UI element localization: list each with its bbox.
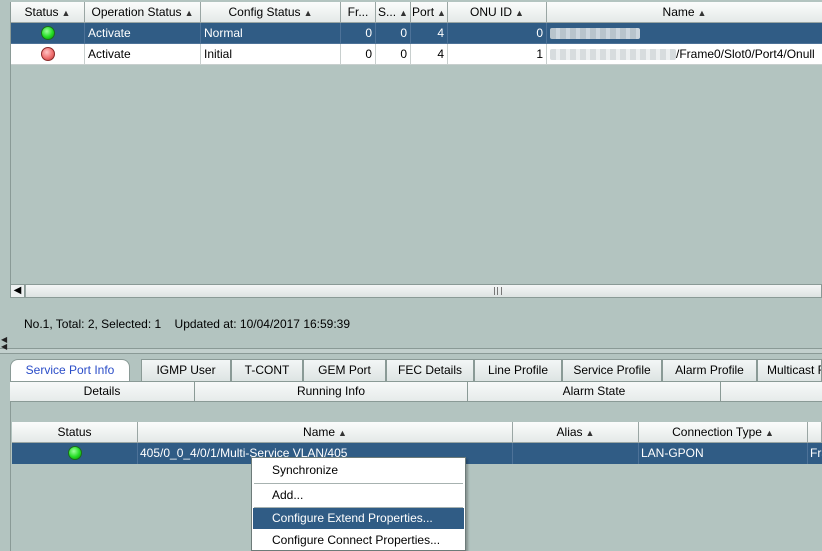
menu-item-synchronize[interactable]: Synchronize [253, 460, 464, 481]
tab-line-profile[interactable]: Line Profile [474, 359, 562, 381]
slot-cell: 0 [376, 44, 411, 65]
status-red-dot-icon [40, 47, 55, 61]
status-cell [12, 443, 138, 464]
menu-item-configure-connect-properties[interactable]: Configure Connect Properties... [253, 530, 464, 550]
pane-splitter[interactable] [0, 348, 822, 354]
column-header-alias[interactable]: Alias ▲ [513, 422, 639, 443]
frame-cell: 0 [341, 44, 376, 65]
collapse-down-arrow-icon[interactable]: ◀ [1, 342, 7, 351]
tab-gem-port[interactable]: GEM Port [303, 359, 386, 381]
tab-alarm-profile[interactable]: Alarm Profile [662, 359, 757, 381]
redacted-text [550, 49, 676, 61]
column-header-status[interactable]: Status ▲ [11, 2, 85, 23]
sort-asc-icon: ▲ [399, 8, 408, 18]
subtab-alarm-state[interactable]: Alarm State [468, 382, 721, 401]
status-cell [11, 23, 85, 44]
name-cell [547, 23, 822, 44]
operation-status-cell: Activate [85, 23, 201, 44]
slot-cell: 0 [376, 23, 411, 44]
name-cell: /Frame0/Slot0/Port4/Onull [547, 44, 822, 65]
column-header-config-status[interactable]: Config Status ▲ [201, 2, 341, 23]
menu-item-add[interactable]: Add... [253, 485, 464, 506]
sort-asc-icon: ▲ [303, 8, 313, 18]
sort-asc-icon: ▲ [184, 8, 194, 18]
onu-table-row[interactable]: Activate Initial 0 0 4 1 /Frame0/Slot0/P… [11, 44, 822, 65]
status-cell [11, 44, 85, 65]
onu-table-row[interactable]: Activate Normal 0 0 4 0 [11, 23, 822, 44]
column-header-name[interactable]: Name ▲ [138, 422, 513, 443]
subtab-running-info[interactable]: Running Info [195, 382, 468, 401]
status-green-dot-icon [40, 26, 55, 40]
tab-fec-details[interactable]: FEC Details [386, 359, 474, 381]
onu-id-cell: 1 [448, 44, 547, 65]
updated-timestamp: Updated at: 10/04/2017 16:59:39 [174, 317, 351, 331]
status-bar: No.1, Total: 2, Selected: 1 Updated at: … [24, 316, 350, 332]
column-header-name[interactable]: Name ▲ [547, 2, 822, 23]
menu-item-configure-extend-properties[interactable]: Configure Extend Properties... [253, 508, 464, 529]
extra-cell: Fra [810, 446, 822, 460]
sort-asc-icon: ▲ [515, 8, 524, 18]
column-header-operation-status[interactable]: Operation Status ▲ [85, 2, 201, 23]
context-menu: Synchronize Add... Configure Extend Prop… [251, 457, 466, 551]
column-header-onu-id[interactable]: ONU ID ▲ [448, 2, 547, 23]
sort-asc-icon: ▲ [585, 428, 595, 438]
horizontal-scrollbar[interactable]: ◀ [10, 284, 822, 298]
sort-asc-icon: ▲ [437, 8, 446, 18]
tab-bar: Service Port Info IGMP User T-CONT GEM P… [10, 359, 822, 382]
alias-cell [513, 443, 639, 464]
grip-icon [494, 287, 502, 295]
menu-separator [254, 483, 463, 484]
scrollbar-thumb[interactable] [25, 285, 821, 297]
scroll-left-arrow-icon[interactable]: ◀ [11, 285, 25, 297]
column-header-slot[interactable]: S... ▲ [376, 2, 411, 23]
config-status-cell: Initial [201, 44, 341, 65]
connection-type-cell: LAN-GPON [639, 443, 808, 464]
onu-table-header: Status ▲ Operation Status ▲ Config Status ▲… [11, 2, 822, 23]
onu-table: Status ▲ Operation Status ▲ Config Status ▲… [10, 2, 822, 284]
subtab-empty [721, 382, 822, 401]
tab-multicast[interactable]: Multicast F [757, 359, 822, 381]
column-header-status[interactable]: Status [12, 422, 138, 443]
subtab-bar: Details Running Info Alarm State [10, 381, 822, 402]
service-port-table-header: Status Name ▲ Alias ▲ Connection Type ▲ [12, 422, 822, 443]
column-header-more[interactable] [808, 422, 822, 443]
sort-asc-icon: ▲ [61, 8, 71, 18]
config-status-cell: Normal [201, 23, 341, 44]
operation-status-cell: Activate [85, 44, 201, 65]
column-header-frame[interactable]: Fr... [341, 2, 376, 23]
sort-asc-icon: ▲ [764, 428, 774, 438]
tab-igmp-user[interactable]: IGMP User [141, 359, 231, 381]
port-cell: 4 [411, 44, 448, 65]
tab-service-profile[interactable]: Service Profile [562, 359, 662, 381]
status-green-dot-icon [67, 446, 82, 460]
selection-summary: No.1, Total: 2, Selected: 1 [24, 317, 162, 331]
redacted-text [550, 28, 640, 40]
column-header-connection-type[interactable]: Connection Type ▲ [639, 422, 808, 443]
onu-id-cell: 0 [448, 23, 547, 44]
sort-asc-icon: ▲ [697, 8, 707, 18]
subtab-details[interactable]: Details [10, 382, 195, 401]
sort-asc-icon: ▲ [338, 428, 347, 438]
tab-service-port-info[interactable]: Service Port Info [10, 359, 130, 382]
port-cell: 4 [411, 23, 448, 44]
frame-cell: 0 [341, 23, 376, 44]
tab-t-cont[interactable]: T-CONT [231, 359, 303, 381]
column-header-port[interactable]: Port ▲ [411, 2, 448, 23]
